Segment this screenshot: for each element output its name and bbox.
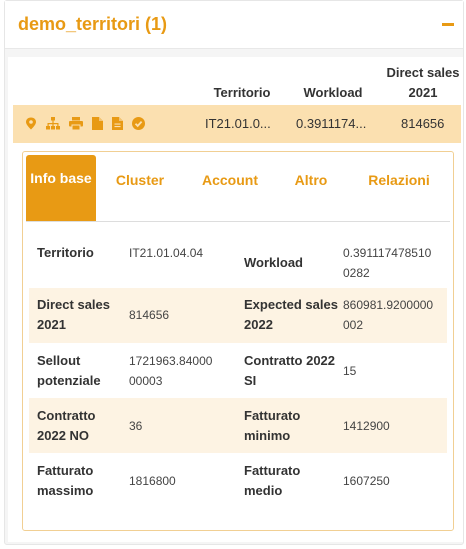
- field-row-2: Direct sales 2021 814656 Expected sales …: [29, 288, 447, 343]
- label-sellout: Sellout potenziale: [37, 353, 101, 388]
- sitemap-icon[interactable]: [46, 117, 60, 130]
- tab-info-base[interactable]: Info base: [26, 155, 96, 221]
- field-row-4: Contratto 2022 NO 36 Fatturato minimo 14…: [29, 398, 447, 453]
- value-fatturato-minimo: 1412900: [343, 419, 390, 433]
- print-icon[interactable]: [69, 117, 83, 130]
- tab-cluster[interactable]: Cluster: [110, 172, 170, 188]
- tab-divider: [26, 221, 450, 222]
- label-fatturato-medio: Fatturato medio: [244, 463, 301, 498]
- label-fatturato-massimo: Fatturato massimo: [37, 463, 94, 498]
- panel-body: Territorio Workload Direct sales 2021 IT…: [8, 57, 463, 542]
- cell-direct-sales: 814656: [401, 116, 445, 131]
- label-contratto-si: Contratto 2022 SI: [244, 353, 336, 388]
- cell-territorio: IT21.01.0...: [205, 116, 271, 131]
- label-expected-sales: Expected sales 2022: [244, 297, 338, 332]
- field-row-1: Territorio IT21.01.04.04 Workload 0.3911…: [29, 232, 447, 288]
- panel-header: demo_territori (1): [5, 1, 463, 49]
- table-row[interactable]: IT21.01.0... 0.3911174... 814656: [13, 105, 461, 143]
- value-fatturato-massimo: 1816800: [129, 474, 176, 488]
- label-contratto-no: Contratto 2022 NO: [37, 408, 96, 443]
- field-row-5: Fatturato massimo 1816800 Fatturato medi…: [29, 453, 447, 508]
- value-workload: 0.391117478510 0282: [343, 246, 432, 280]
- collapse-icon[interactable]: [441, 13, 455, 33]
- map-pin-icon[interactable]: [25, 117, 37, 130]
- check-circle-icon[interactable]: [132, 117, 145, 130]
- value-territorio: IT21.01.04.04: [129, 246, 204, 260]
- value-fatturato-medio: 1607250: [343, 474, 390, 488]
- detail-panel: Info base Cluster Account Altro Relazion…: [22, 151, 454, 531]
- label-territorio: Territorio: [37, 245, 94, 260]
- tab-account[interactable]: Account: [195, 172, 265, 188]
- value-contratto-no: 36: [129, 419, 143, 433]
- document-icon[interactable]: [92, 117, 103, 130]
- value-expected-sales: 860981.9200000 002: [343, 298, 434, 332]
- cell-workload: 0.3911174...: [296, 116, 367, 131]
- column-header-workload[interactable]: Workload: [295, 83, 371, 103]
- tab-relazioni[interactable]: Relazioni: [359, 172, 439, 188]
- column-header-territorio[interactable]: Territorio: [205, 83, 279, 103]
- demo-territori-panel: demo_territori (1) Territorio Workload D…: [4, 0, 464, 545]
- pdf-icon[interactable]: [112, 117, 123, 130]
- column-header-direct-sales[interactable]: Direct sales 2021: [383, 63, 463, 103]
- label-direct-sales: Direct sales 2021: [37, 297, 110, 332]
- value-contratto-si: 15: [343, 364, 357, 378]
- value-sellout: 1721963.84000 00003: [129, 354, 213, 388]
- label-fatturato-minimo: Fatturato minimo: [244, 408, 301, 443]
- panel-title: demo_territori (1): [18, 14, 168, 34]
- label-workload: Workload: [244, 255, 303, 270]
- tab-altro[interactable]: Altro: [286, 172, 336, 188]
- field-row-3: Sellout potenziale 1721963.84000 00003 C…: [29, 343, 447, 398]
- value-direct-sales: 814656: [129, 308, 170, 322]
